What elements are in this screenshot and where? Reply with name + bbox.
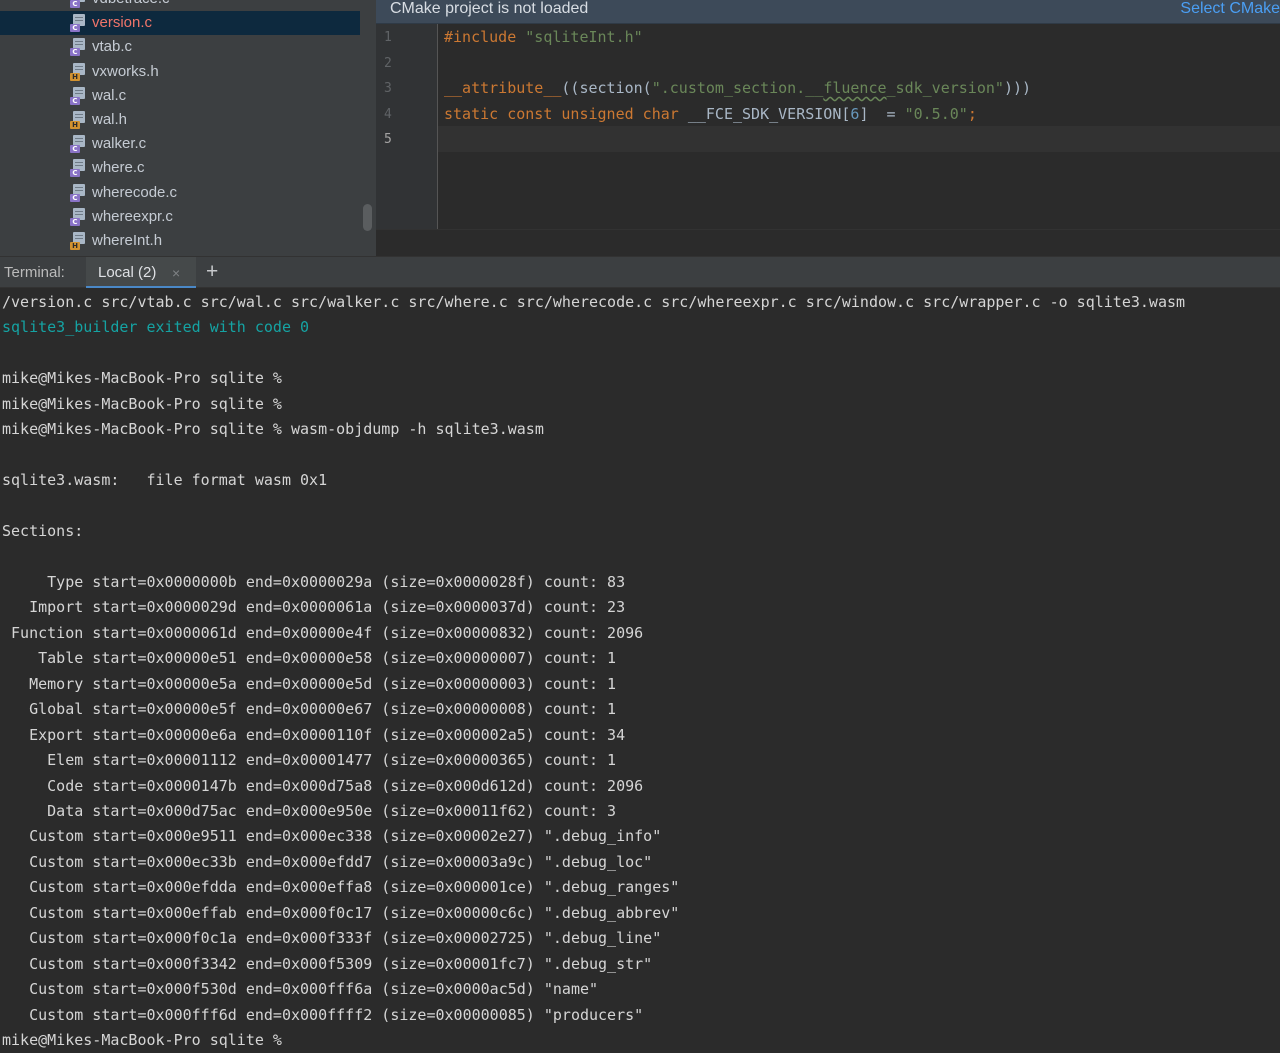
terminal-tab-label: Local (2) <box>98 264 157 281</box>
terminal-line: Custom start=0x000effab end=0x000f0c17 (… <box>2 903 680 922</box>
cmake-notice-text: CMake project is not loaded <box>390 0 589 17</box>
code-token: "0.5.0" <box>904 104 968 123</box>
terminal-line: Import start=0x0000029d end=0x0000061a (… <box>2 598 626 617</box>
terminal-line: Global start=0x00000e5f end=0x00000e67 (… <box>2 700 617 719</box>
terminal-line: Memory start=0x00000e5a end=0x00000e5d (… <box>2 674 617 693</box>
terminal-title: Terminal: <box>4 264 65 281</box>
c-file-icon: C <box>70 135 88 154</box>
terminal-line: Custom start=0x000efdda end=0x000effa8 (… <box>2 878 680 897</box>
tree-item-file[interactable]: Cwhere.c <box>0 156 360 180</box>
header-file-icon: H <box>70 62 88 81</box>
tree-item-file[interactable]: Cwalker.c <box>0 132 360 156</box>
tree-item-file[interactable]: Cvtab.c <box>0 35 360 59</box>
terminal-line: mike@Mikes-MacBook-Pro sqlite % <box>2 394 282 413</box>
code-line: __attribute__((section(".custom_section.… <box>444 79 1031 97</box>
line-number: 5 <box>384 132 392 147</box>
select-cmake-link[interactable]: Select CMake <box>1180 0 1280 18</box>
code-token: _sdk_version" <box>886 79 1004 97</box>
c-file-icon: C <box>70 183 88 202</box>
c-file-icon: C <box>70 207 88 226</box>
close-icon[interactable]: × <box>172 264 180 282</box>
terminal-line: sqlite3_builder exited with code 0 <box>2 318 310 337</box>
c-file-icon: C <box>70 86 88 105</box>
terminal-line: Custom start=0x000ec33b end=0x000efdd7 (… <box>2 852 653 871</box>
tree-item-file[interactable]: Cwherecode.c <box>0 181 360 205</box>
terminal-line: Custom start=0x000f0c1a end=0x000f333f (… <box>2 929 662 948</box>
code-token: ))) <box>1003 79 1032 97</box>
code-token: ((section( <box>561 79 652 97</box>
line-number: 3 <box>384 81 392 96</box>
line-number: 1 <box>384 30 392 45</box>
code-token: #include <box>444 28 526 46</box>
tree-item-label: whereInt.h <box>92 232 163 249</box>
code-token: __FCE_SDK_VERSION[ <box>687 104 851 123</box>
header-file-icon: H <box>70 232 88 250</box>
add-terminal-icon[interactable]: + <box>206 261 218 283</box>
current-line-highlight <box>438 126 1280 152</box>
line-number: 2 <box>384 55 392 71</box>
project-tree[interactable]: Cvdbetrace.cCversion.cCvtab.cHvxworks.hC… <box>0 0 376 256</box>
editor-horizontal-scrollbar[interactable] <box>376 229 1280 256</box>
code-line: #include "sqliteInt.h" <box>444 28 643 46</box>
terminal-line: Type start=0x0000000b end=0x0000029a (si… <box>2 572 626 591</box>
tree-scrollbar-thumb[interactable] <box>363 204 372 231</box>
terminal-line: Custom start=0x000f3342 end=0x000f5309 (… <box>2 954 653 973</box>
terminal-line: Custom start=0x000f530d end=0x000fff6a (… <box>2 980 599 999</box>
code-token: fluence <box>823 79 887 97</box>
terminal-line: Data start=0x000d75ac end=0x000e950e (si… <box>2 802 617 820</box>
tree-item-label: vxworks.h <box>92 62 159 80</box>
cmake-notice-banner: CMake project is not loaded Select CMake <box>376 0 1280 24</box>
code-token: static const unsigned char <box>444 104 688 123</box>
terminal-line: sqlite3.wasm: file format wasm 0x1 <box>2 471 328 490</box>
c-file-icon: C <box>70 38 88 57</box>
terminal-line: /version.c src/vtab.c src/wal.c src/walk… <box>2 293 1186 311</box>
tree-item-file[interactable]: Hwal.h <box>0 108 360 132</box>
code-editor[interactable]: CMake project is not loaded Select CMake… <box>376 0 1280 256</box>
tree-item-file[interactable]: Cwhereexpr.c <box>0 205 360 229</box>
terminal-line: Function start=0x0000061d end=0x00000e4f… <box>2 623 644 642</box>
tree-item-file[interactable]: Cversion.c <box>0 11 360 36</box>
code-line: static const unsigned char __FCE_SDK_VER… <box>444 105 977 123</box>
code-token: ".custom_section.__ <box>651 79 824 97</box>
terminal-line: Export start=0x00000e6a end=0x0000110f (… <box>2 725 626 744</box>
tree-item-file[interactable]: Cvdbetrace.c <box>0 0 360 11</box>
tree-item-label: whereexpr.c <box>92 207 173 225</box>
tree-item-file[interactable]: HwhereInt.h <box>0 229 360 253</box>
tree-item-label: wal.h <box>92 111 128 128</box>
terminal-line: Elem start=0x00001112 end=0x00001477 (si… <box>2 751 617 770</box>
tree-item-label: version.c <box>92 14 153 32</box>
tree-item-label: vdbetrace.c <box>92 0 170 8</box>
header-file-icon: H <box>70 111 88 129</box>
c-file-icon: C <box>70 159 88 178</box>
tree-item-label: wal.c <box>92 86 127 104</box>
terminal-toolbar: Terminal: Local (2) × + <box>0 256 1280 289</box>
tree-item-file[interactable]: Cwal.c <box>0 84 360 108</box>
code-token: ] = <box>859 104 905 123</box>
terminal-line: mike@Mikes-MacBook-Pro sqlite % wasm-obj… <box>2 420 544 439</box>
c-file-icon: C <box>70 0 88 8</box>
code-token: "sqliteInt.h" <box>525 28 643 46</box>
tree-item-label: where.c <box>92 159 145 177</box>
tree-item-file[interactable]: Hvxworks.h <box>0 60 360 84</box>
terminal-line: Table start=0x00000e51 end=0x00000e58 (s… <box>2 649 617 668</box>
code-token: __attribute__ <box>444 79 562 97</box>
terminal-line: Custom start=0x000e9511 end=0x000ec338 (… <box>2 827 662 846</box>
terminal-line: Custom start=0x000fff6d end=0x000ffff2 (… <box>2 1005 644 1024</box>
line-number-gutter: 1 2 3 4 5 <box>376 24 438 229</box>
tree-item-label: vtab.c <box>92 38 133 56</box>
c-file-icon: C <box>70 14 88 33</box>
terminal-line: Sections: <box>2 522 84 541</box>
terminal-line: mike@Mikes-MacBook-Pro sqlite % <box>2 369 282 388</box>
terminal-output[interactable]: /version.c src/vtab.c src/wal.c src/walk… <box>0 288 1280 1053</box>
terminal-line: mike@Mikes-MacBook-Pro sqlite % <box>2 1031 282 1050</box>
terminal-line: Code start=0x0000147b end=0x000d75a8 (si… <box>2 776 644 795</box>
tree-item-label: wherecode.c <box>92 183 178 201</box>
code-token: ; <box>967 104 977 123</box>
line-number: 4 <box>384 106 392 122</box>
tab-terminal-local-2[interactable]: Local (2) × <box>86 257 196 289</box>
tree-item-label: walker.c <box>92 135 147 153</box>
